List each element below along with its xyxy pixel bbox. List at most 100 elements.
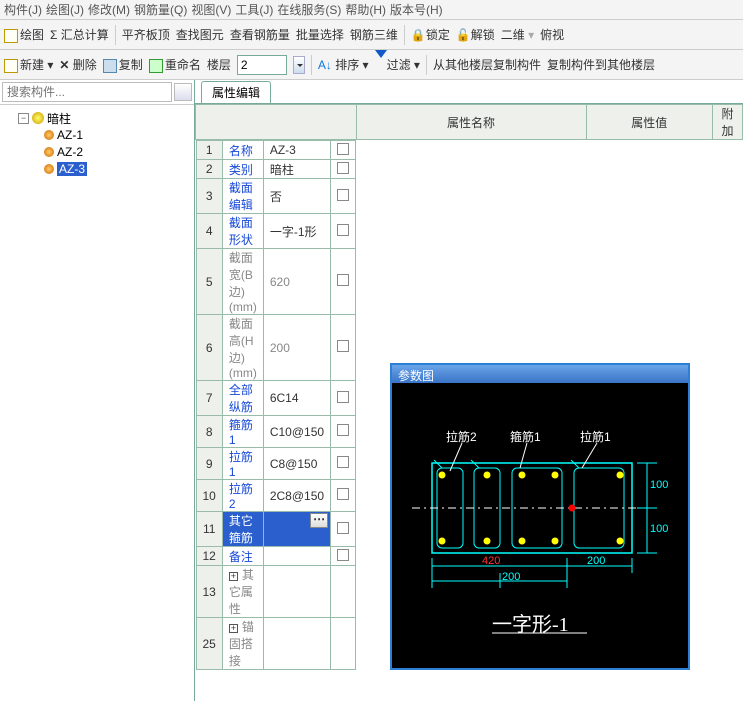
checkbox[interactable] [337,274,349,286]
prop-extra[interactable] [331,141,356,160]
menu-item[interactable]: 视图(V) [191,1,231,18]
prop-value[interactable]: 否 [263,179,330,214]
checkbox[interactable] [337,224,349,236]
filter-button[interactable]: 过滤 ▾ [375,56,420,73]
floor-dropdown[interactable] [293,56,305,74]
checkbox[interactable] [337,522,349,534]
sort-button[interactable]: A↓ 排序 ▾ [318,56,369,73]
view-rebar-button[interactable]: 查看钢筋量 [230,26,290,43]
expand-icon[interactable]: + [229,572,238,581]
menu-item[interactable]: 版本号(H) [390,1,443,18]
checkbox[interactable] [337,162,349,174]
prop-value[interactable]: C10@150 [263,416,330,448]
prop-extra[interactable] [331,416,356,448]
floor-input[interactable] [237,55,287,75]
tab-property-edit[interactable]: 属性编辑 [201,81,271,103]
property-row[interactable]: 25+锚固搭接 [196,618,356,670]
menu-item[interactable]: 帮助(H) [345,1,386,18]
prop-value[interactable]: C8@150 [263,448,330,480]
prop-value[interactable] [263,566,330,618]
prop-value[interactable]: 200 [263,315,330,381]
prop-value[interactable] [263,547,330,566]
prop-extra[interactable] [331,179,356,214]
checkbox[interactable] [337,391,349,403]
prop-extra[interactable] [331,512,356,547]
rebar-3d-button[interactable]: 钢筋三维 [350,26,398,43]
property-row[interactable]: 7全部纵筋6C14 [196,381,356,416]
prop-value[interactable]: 620 [263,249,330,315]
property-row[interactable]: 13+其它属性 [196,566,356,618]
menu-item[interactable]: 绘图(J) [46,1,84,18]
component-tree: − 暗柱 AZ-1 AZ-2 AZ-3 [0,105,194,182]
prop-extra[interactable] [331,315,356,381]
prop-value[interactable]: 暗柱 [263,160,330,179]
prop-extra[interactable] [331,381,356,416]
checkbox[interactable] [337,143,349,155]
row-number: 13 [196,566,222,618]
property-row[interactable]: 3截面编辑否 [196,179,356,214]
menu-item[interactable]: 工具(J) [235,1,273,18]
property-row[interactable]: 1名称AZ-3 [196,141,356,160]
property-row[interactable]: 6截面高(H边)(mm)200 [196,315,356,381]
prop-value[interactable]: 6C14 [263,381,330,416]
property-row[interactable]: 9拉筋1C8@150 [196,448,356,480]
ellipsis-button[interactable]: ⋯ [310,513,328,528]
delete-button[interactable]: ✕ 删除 [59,56,96,73]
menu-item[interactable]: 构件(J) [4,1,42,18]
checkbox[interactable] [337,189,349,201]
row-number: 10 [196,480,222,512]
menu-item[interactable]: 在线服务(S) [277,1,341,18]
prop-value[interactable]: 2C8@150 [263,480,330,512]
checkbox[interactable] [337,488,349,500]
prop-extra[interactable] [331,480,356,512]
menu-item[interactable]: 修改(M) [88,1,130,18]
tree-root[interactable]: − 暗柱 [18,110,190,126]
checkbox[interactable] [337,456,349,468]
draw-button[interactable]: 绘图 [4,26,44,43]
prop-extra[interactable] [331,249,356,315]
top-view-button[interactable]: 俯视 [540,26,564,43]
find-elem-button[interactable]: 查找图元 [176,26,224,43]
checkbox[interactable] [337,340,349,352]
menu-item[interactable]: 钢筋量(Q) [134,1,187,18]
checkbox[interactable] [337,424,349,436]
tree-item[interactable]: AZ-1 [44,127,190,143]
lock-button[interactable]: 🔒锁定 [411,26,450,43]
2d-dropdown[interactable]: 二维 ▾ [501,26,534,43]
row-number: 7 [196,381,222,416]
prop-extra[interactable] [331,448,356,480]
sum-button[interactable]: Σ 汇总计算 [50,26,109,43]
prop-extra[interactable] [331,160,356,179]
search-dropdown[interactable] [174,83,192,101]
prop-value[interactable] [263,618,330,670]
rename-button[interactable]: 重命名 [149,56,201,73]
copy-button[interactable]: 复制 [103,56,143,73]
copy-to-floor-button[interactable]: 复制构件到其他楼层 [547,56,655,73]
prop-extra[interactable] [331,214,356,249]
collapse-icon[interactable]: − [18,113,29,124]
property-row[interactable]: 12备注 [196,547,356,566]
prop-value[interactable]: AZ-3 [263,141,330,160]
new-button[interactable]: 新建 ▾ [4,56,53,73]
prop-extra[interactable] [331,547,356,566]
prop-value[interactable]: 一字-1形 [263,214,330,249]
folder-icon [32,112,44,124]
property-row[interactable]: 8箍筋1C10@150 [196,416,356,448]
checkbox[interactable] [337,549,349,561]
prop-value[interactable]: ⋯ [263,512,330,547]
property-row[interactable]: 4截面形状一字-1形 [196,214,356,249]
tree-item-selected[interactable]: AZ-3 [44,161,190,177]
property-row[interactable]: 11其它箍筋⋯ [196,512,356,547]
prop-extra[interactable] [331,618,356,670]
property-row[interactable]: 10拉筋22C8@150 [196,480,356,512]
prop-extra[interactable] [331,566,356,618]
tree-item[interactable]: AZ-2 [44,144,190,160]
property-row[interactable]: 5截面宽(B边)(mm)620 [196,249,356,315]
property-row[interactable]: 2类别暗柱 [196,160,356,179]
unlock-button[interactable]: 🔓解锁 [456,26,495,43]
expand-icon[interactable]: + [229,624,238,633]
batch-select-button[interactable]: 批量选择 [296,26,344,43]
search-input[interactable] [2,82,172,102]
flat-top-button[interactable]: 平齐板顶 [122,26,170,43]
copy-from-floor-button[interactable]: 从其他楼层复制构件 [433,56,541,73]
